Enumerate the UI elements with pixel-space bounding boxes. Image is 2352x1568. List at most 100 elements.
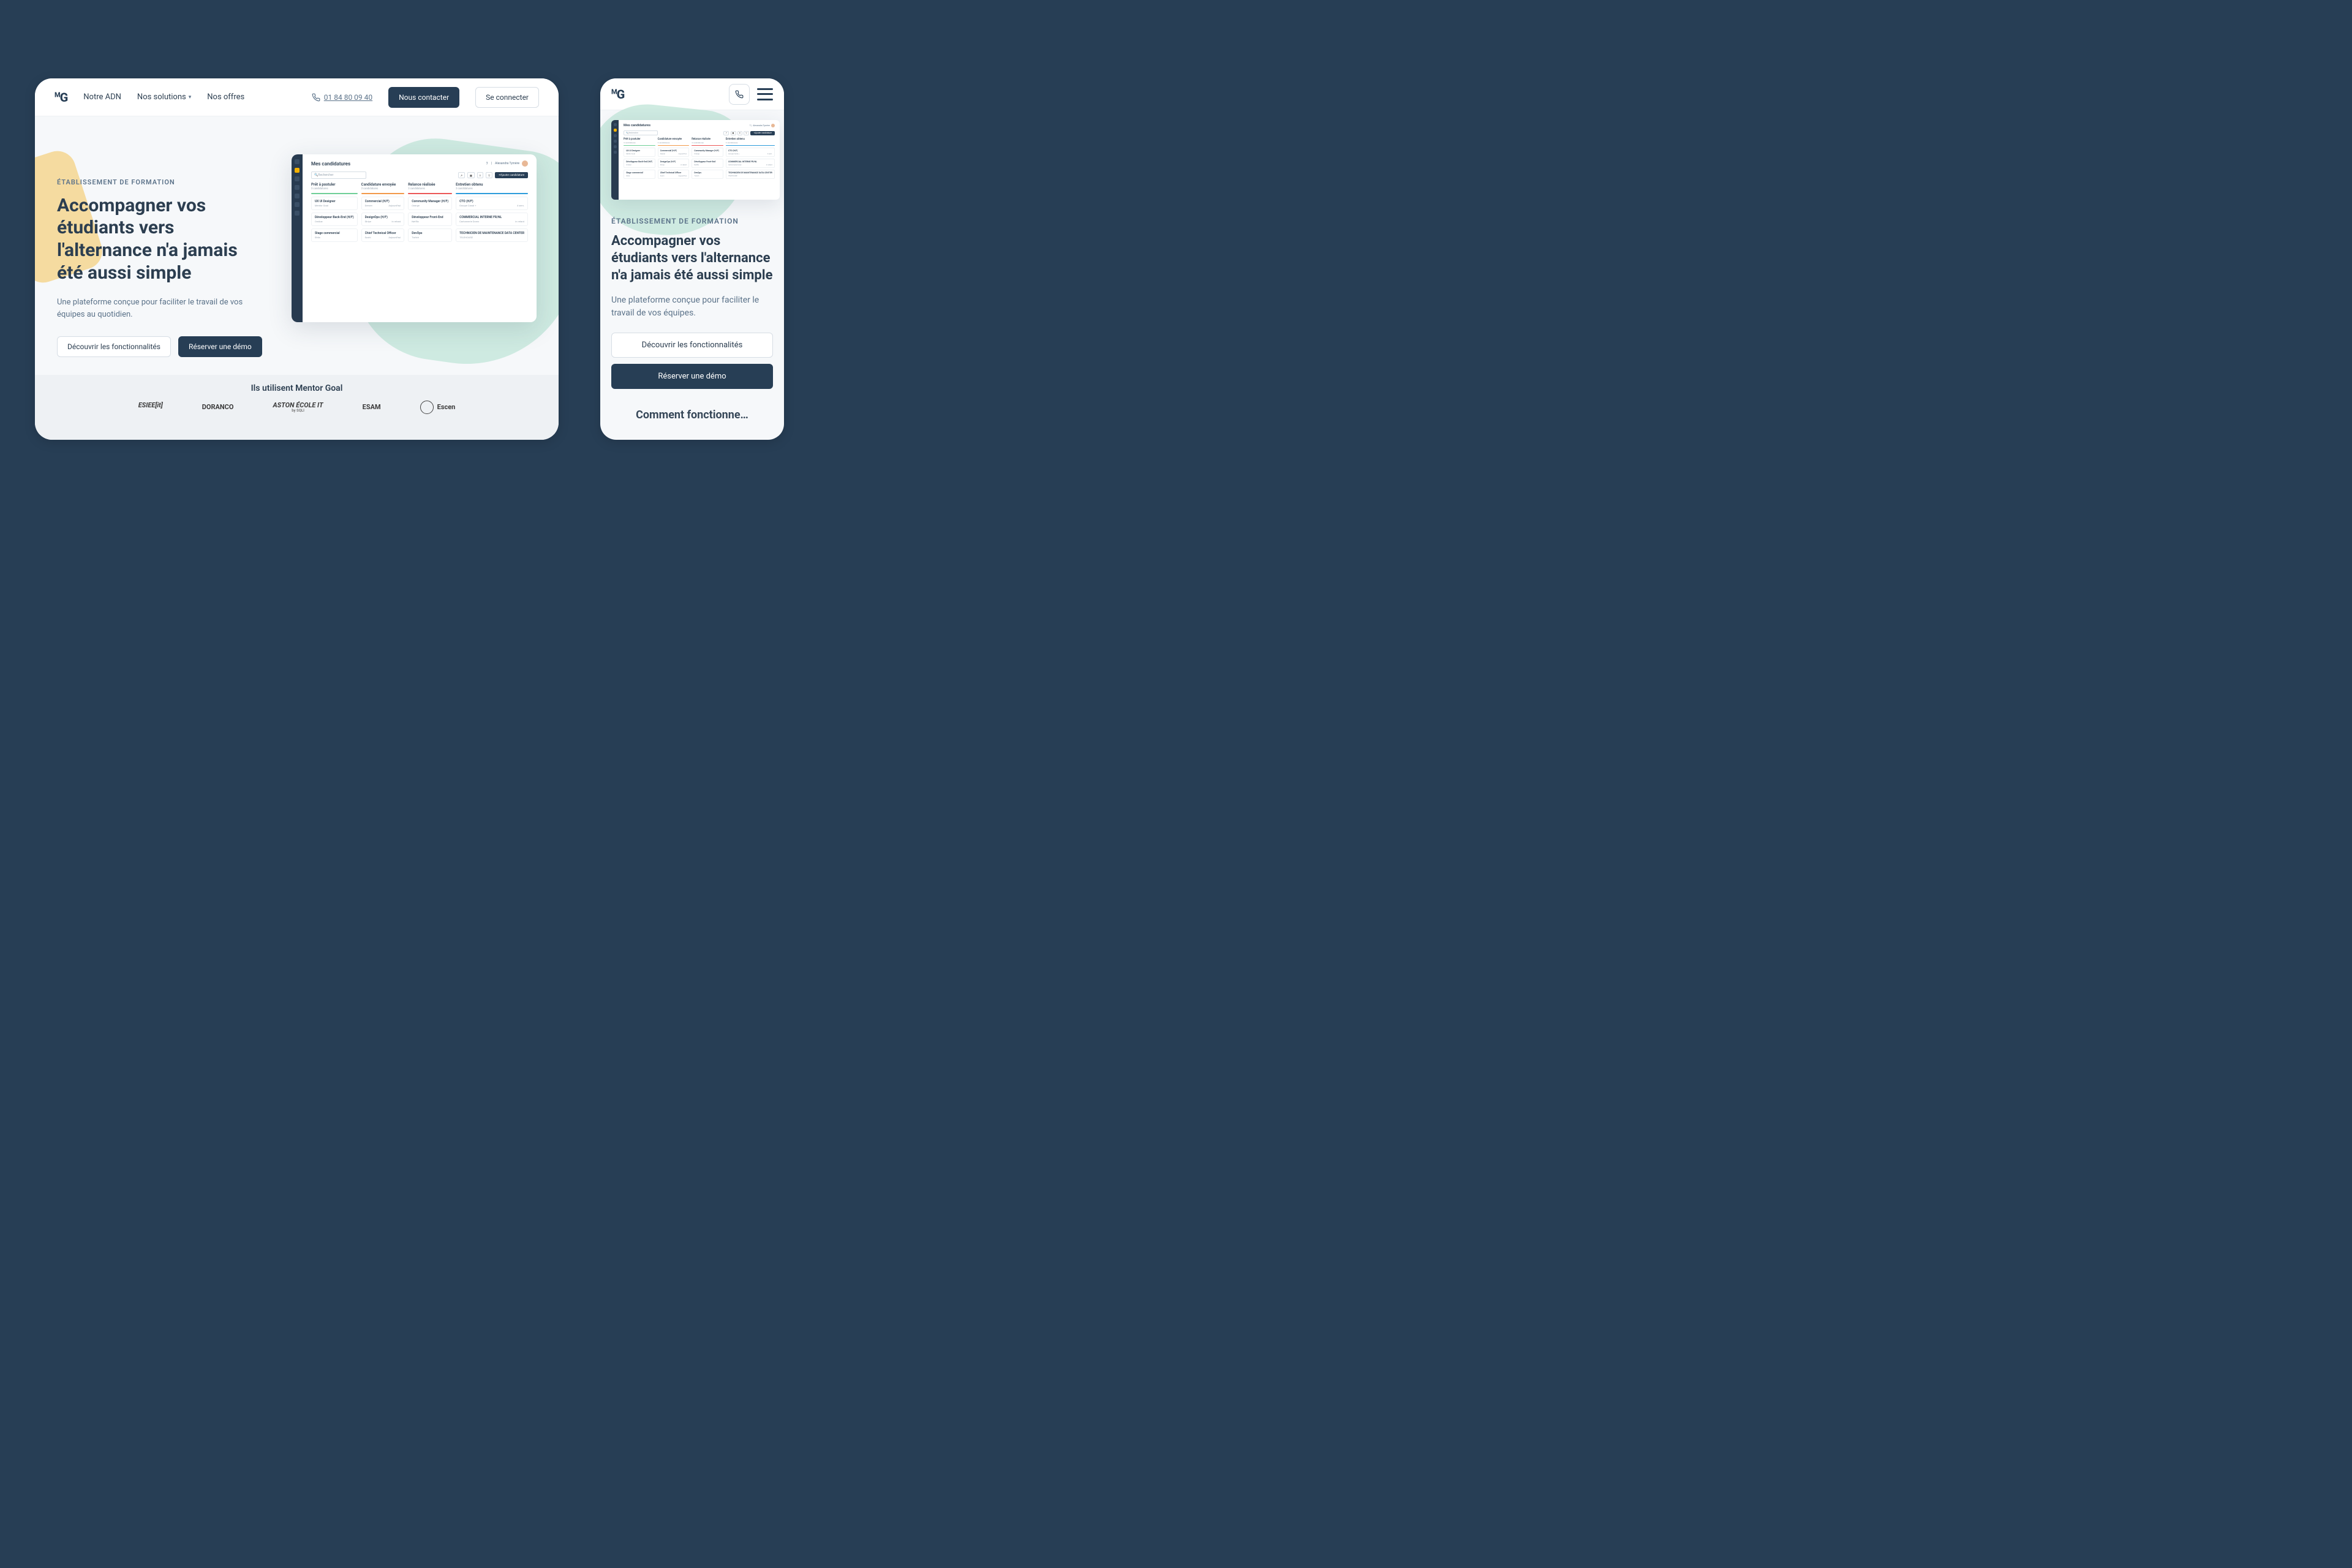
kanban-card: COMMERCIAL INTERNE FR/NLCartonnerie Dore… [726, 159, 775, 168]
kanban-card: CTO (H/F)Groupe Canal +4 sem. [456, 197, 528, 210]
kanban-card: Chief Technical OfficerSushiAujourd'hui [361, 228, 405, 242]
contact-button[interactable]: Nous contacter [388, 87, 459, 108]
kanban-card: UX UI DesignerMentor Goal [311, 197, 358, 210]
kanban-card: TECHNICIEN DE MAINTENANCE DATA CENTERTEL… [456, 228, 528, 242]
kanban-card: Développeur Back-End (H/F)Ornikar [624, 159, 655, 168]
kanban-card: Chief Technical OfficerSushiAujourd'hui [658, 170, 690, 179]
demo-button[interactable]: Réserver une démo [178, 336, 262, 357]
brand-logo[interactable]: MG [55, 90, 67, 105]
card-title: CTO (H/F) [459, 200, 524, 203]
kanban-column: Prêt à postuler3 candidaturesUX UI Desig… [311, 183, 358, 244]
nav-item-offres[interactable]: Nos offres [207, 92, 244, 102]
hero-cta-row: Découvrir les fonctionnalités Réserver u… [611, 333, 773, 389]
mobile-nav: MG [600, 78, 784, 110]
kanban-card: Développeur Front-EndNetflix [692, 159, 723, 168]
card-title: Développeur Back-End (H/F) [626, 160, 652, 163]
card-title: Chief Technical Officer [365, 232, 401, 235]
arrow-icon: ↗ [723, 131, 729, 135]
sidebar-item [295, 194, 300, 198]
nav-item-solutions[interactable]: Nos solutions ▾ [137, 92, 191, 102]
app-page-title: Mes candidatures [624, 124, 650, 127]
kanban-column-count: 3 candidatures [361, 187, 405, 190]
card-title: COMMERCIAL INTERNE FR/NL [728, 160, 772, 163]
kanban-board: Prêt à postuler3 candidaturesUX UI Desig… [311, 183, 528, 244]
kanban-board: Prêt à postuler3 candidaturesUX UI Desig… [624, 138, 775, 181]
kanban-column: Candidature envoyée3 candidaturesCommerc… [361, 183, 405, 244]
kanban-card: DesignOps (H/F)Stripein retard [658, 159, 690, 168]
card-meta: Shila [315, 236, 354, 239]
card-title: UX UI Designer [626, 149, 652, 152]
view-grid-icon: ▦ [731, 131, 736, 135]
avatar [522, 160, 528, 167]
card-meta: Mentor Goal [626, 153, 652, 155]
partner-logo: ESAM [363, 404, 381, 411]
kanban-column-count: 3 candidatures [726, 141, 775, 144]
sidebar-item [614, 134, 617, 137]
filter-icon: ▽ [744, 131, 748, 135]
kanban-column: Prêt à postuler3 candidaturesUX UI Desig… [624, 138, 655, 181]
login-button[interactable]: Se connecter [475, 87, 539, 108]
card-title: Chief Technical Officer [660, 172, 687, 174]
chevron-down-icon: ▾ [189, 94, 192, 100]
avatar [771, 124, 775, 127]
card-title: Développeur Front-End [412, 216, 448, 219]
mobile-viewport: MG Mes candidatures [600, 78, 784, 440]
card-meta: Shila [626, 175, 652, 177]
phone-link[interactable]: 01 84 80 09 40 [312, 93, 372, 102]
partners-heading: Ils utilisent Mentor Goal [251, 383, 343, 393]
card-title: COMMERCIAL INTERNE FR/NL [459, 216, 524, 219]
hero-title: Accompagner vos étudiants vers l'alterna… [611, 233, 773, 284]
kanban-card: TECHNICIEN DE MAINTENANCE DATA CENTERTEL… [726, 170, 775, 179]
kanban-card: UX UI DesignerMentor Goal [624, 148, 655, 157]
kanban-column: Relance réalisée3 candidaturesCommunity … [408, 183, 452, 244]
kanban-column-count: 3 candidatures [408, 187, 452, 190]
demo-button[interactable]: Réserver une démo [611, 364, 773, 389]
sidebar-item [614, 145, 617, 148]
brand-logo[interactable]: MG [611, 87, 624, 102]
kanban-column-accent [624, 145, 655, 146]
card-title: Community Manager (H/F) [694, 149, 720, 152]
card-title: Stage commercial [626, 172, 652, 174]
kanban-column-title: Entretien obtenu [726, 138, 775, 141]
hamburger-icon [757, 88, 773, 90]
app-screenshot: Mes candidatures ? | Alexandra Tymère 🔍 … [611, 120, 780, 200]
card-title: CTO (H/F) [728, 149, 772, 152]
phone-icon [735, 90, 744, 99]
sidebar-item [295, 176, 300, 181]
discover-button[interactable]: Découvrir les fonctionnalités [57, 336, 171, 357]
card-meta: Twitch [694, 175, 720, 177]
hero-subtitle: Une plateforme conçue pour faciliter le … [611, 294, 773, 319]
kanban-column: Candidature envoyée3 candidaturesCommerc… [658, 138, 690, 181]
kanban-card: Community Manager (H/F)Orange [408, 197, 452, 210]
card-meta: DeezerAujourd'hui [660, 153, 687, 155]
kanban-column: Entretien obtenu3 candidaturesCTO (H/F)G… [456, 183, 528, 244]
phone-icon [312, 93, 320, 102]
hero-title: Accompagner vos étudiants vers l'alterna… [57, 195, 268, 284]
app-sidebar [292, 154, 303, 322]
card-title: UX UI Designer [315, 200, 354, 203]
view-grid-icon: ▦ [467, 172, 475, 178]
kanban-column: Entretien obtenu3 candidaturesCTO (H/F)G… [726, 138, 775, 181]
app-sidebar [611, 120, 619, 200]
hero-text: ÉTABLISSEMENT DE FORMATION Accompagner v… [35, 178, 268, 357]
kanban-card: Commercial (H/F)DeezerAujourd'hui [658, 148, 690, 157]
card-title: DesignOps (H/F) [660, 160, 687, 163]
kanban-column-accent [408, 193, 452, 194]
kanban-card: DevOpsTwitch [408, 228, 452, 242]
kanban-column-title: Candidature envoyée [361, 183, 405, 187]
nav-item-adn[interactable]: Notre ADN [83, 92, 121, 102]
kanban-column-accent [658, 145, 690, 146]
eyebrow: ÉTABLISSEMENT DE FORMATION [57, 178, 268, 186]
hero-section: ÉTABLISSEMENT DE FORMATION Accompagner v… [35, 116, 559, 413]
mobile-hero: Mes candidatures ? | Alexandra Tymère 🔍 … [600, 110, 784, 421]
discover-button[interactable]: Découvrir les fonctionnalités [611, 333, 773, 358]
kanban-card: Développeur Back-End (H/F)Ornikar [311, 213, 358, 226]
phone-button[interactable] [729, 84, 750, 105]
next-section-heading: Comment fonctionne… [611, 409, 773, 421]
hero-cta-row: Découvrir les fonctionnalités Réserver u… [57, 336, 268, 357]
sidebar-item [295, 202, 300, 207]
kanban-column-count: 3 candidatures [456, 187, 528, 190]
menu-button[interactable] [757, 88, 773, 100]
app-toolbar: 🔍 Rechercher ↗ ▦ ≡ ▽ + Ajouter candidatu… [624, 130, 775, 135]
kanban-card: DesignOps (H/F)Stripein retard [361, 213, 405, 226]
